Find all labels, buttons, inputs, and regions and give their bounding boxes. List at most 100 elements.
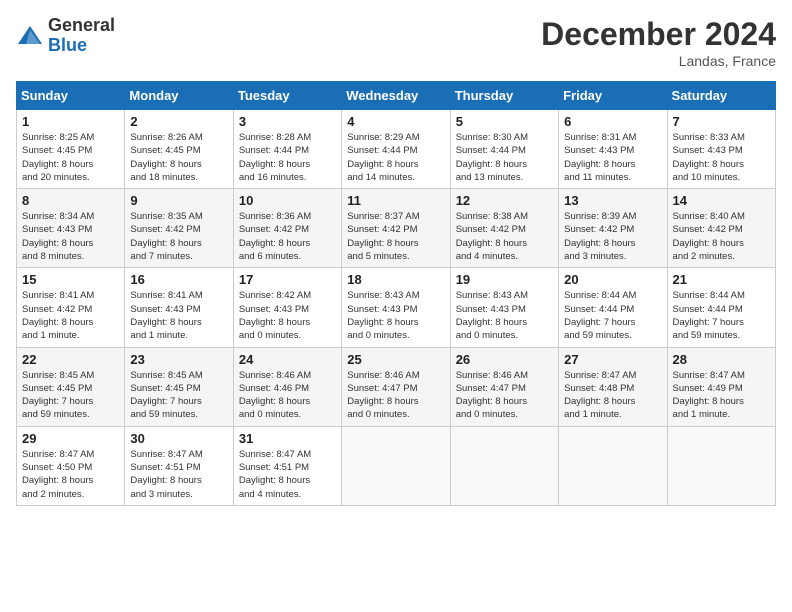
calendar-cell: 21 Sunrise: 8:44 AM Sunset: 4:44 PM Dayli… [667,268,775,347]
calendar-cell: 14 Sunrise: 8:40 AM Sunset: 4:42 PM Dayli… [667,189,775,268]
calendar-cell [667,426,775,505]
week-row-1: 1 Sunrise: 8:25 AM Sunset: 4:45 PM Daylig… [17,110,776,189]
day-number: 20 [564,272,661,287]
calendar-cell: 8 Sunrise: 8:34 AM Sunset: 4:43 PM Daylig… [17,189,125,268]
day-number: 24 [239,352,336,367]
day-number: 31 [239,431,336,446]
calendar-cell: 20 Sunrise: 8:44 AM Sunset: 4:44 PM Dayli… [559,268,667,347]
calendar-cell [559,426,667,505]
weekday-header-monday: Monday [125,82,233,110]
week-row-3: 15Sunrise: 8:41 AM Sunset: 4:42 PM Dayli… [17,268,776,347]
day-number: 1 [22,114,119,129]
day-info: Sunrise: 8:44 AM Sunset: 4:44 PM Dayligh… [564,289,661,342]
day-info: Sunrise: 8:46 AM Sunset: 4:47 PM Dayligh… [456,369,553,422]
calendar-cell: 10 Sunrise: 8:36 AM Sunset: 4:42 PM Dayli… [233,189,341,268]
day-info: Sunrise: 8:47 AM Sunset: 4:50 PM Dayligh… [22,448,119,501]
logo-blue: Blue [48,36,115,56]
day-number: 10 [239,193,336,208]
calendar-cell: 24 Sunrise: 8:46 AM Sunset: 4:46 PM Dayli… [233,347,341,426]
calendar-cell: 26 Sunrise: 8:46 AM Sunset: 4:47 PM Dayli… [450,347,558,426]
weekday-header-sunday: Sunday [17,82,125,110]
day-info: Sunrise: 8:43 AM Sunset: 4:43 PM Dayligh… [347,289,444,342]
day-number: 13 [564,193,661,208]
calendar-cell: 12Sunrise: 8:38 AM Sunset: 4:42 PM Dayli… [450,189,558,268]
week-row-4: 22 Sunrise: 8:45 AM Sunset: 4:45 PM Dayli… [17,347,776,426]
calendar-cell: 6 Sunrise: 8:31 AM Sunset: 4:43 PM Daylig… [559,110,667,189]
day-info: Sunrise: 8:45 AM Sunset: 4:45 PM Dayligh… [22,369,119,422]
day-number: 26 [456,352,553,367]
day-number: 4 [347,114,444,129]
day-number: 2 [130,114,227,129]
day-number: 12 [456,193,553,208]
calendar-cell: 31 Sunrise: 8:47 AM Sunset: 4:51 PM Dayli… [233,426,341,505]
day-info: Sunrise: 8:35 AM Sunset: 4:42 PM Dayligh… [130,210,227,263]
day-number: 7 [673,114,770,129]
day-info: Sunrise: 8:25 AM Sunset: 4:45 PM Dayligh… [22,131,119,184]
week-row-2: 8 Sunrise: 8:34 AM Sunset: 4:43 PM Daylig… [17,189,776,268]
day-number: 22 [22,352,119,367]
calendar-cell: 1 Sunrise: 8:25 AM Sunset: 4:45 PM Daylig… [17,110,125,189]
weekday-header-friday: Friday [559,82,667,110]
day-number: 11 [347,193,444,208]
day-number: 17 [239,272,336,287]
day-number: 21 [673,272,770,287]
day-info: Sunrise: 8:41 AM Sunset: 4:43 PM Dayligh… [130,289,227,342]
day-info: Sunrise: 8:28 AM Sunset: 4:44 PM Dayligh… [239,131,336,184]
day-info: Sunrise: 8:46 AM Sunset: 4:46 PM Dayligh… [239,369,336,422]
day-info: Sunrise: 8:26 AM Sunset: 4:45 PM Dayligh… [130,131,227,184]
day-number: 3 [239,114,336,129]
calendar-cell: 4 Sunrise: 8:29 AM Sunset: 4:44 PM Daylig… [342,110,450,189]
day-info: Sunrise: 8:46 AM Sunset: 4:47 PM Dayligh… [347,369,444,422]
calendar-cell: 22 Sunrise: 8:45 AM Sunset: 4:45 PM Dayli… [17,347,125,426]
calendar-cell: 2 Sunrise: 8:26 AM Sunset: 4:45 PM Daylig… [125,110,233,189]
day-info: Sunrise: 8:47 AM Sunset: 4:51 PM Dayligh… [239,448,336,501]
calendar-cell [450,426,558,505]
calendar-cell: 11 Sunrise: 8:37 AM Sunset: 4:42 PM Dayli… [342,189,450,268]
day-info: Sunrise: 8:47 AM Sunset: 4:48 PM Dayligh… [564,369,661,422]
day-number: 15 [22,272,119,287]
logo-text: General Blue [48,16,115,56]
day-info: Sunrise: 8:31 AM Sunset: 4:43 PM Dayligh… [564,131,661,184]
week-row-5: 29 Sunrise: 8:47 AM Sunset: 4:50 PM Dayli… [17,426,776,505]
day-info: Sunrise: 8:33 AM Sunset: 4:43 PM Dayligh… [673,131,770,184]
day-info: Sunrise: 8:30 AM Sunset: 4:44 PM Dayligh… [456,131,553,184]
calendar-cell: 28Sunrise: 8:47 AM Sunset: 4:49 PM Dayli… [667,347,775,426]
logo: General Blue [16,16,115,56]
day-info: Sunrise: 8:39 AM Sunset: 4:42 PM Dayligh… [564,210,661,263]
day-number: 9 [130,193,227,208]
day-info: Sunrise: 8:34 AM Sunset: 4:43 PM Dayligh… [22,210,119,263]
day-number: 5 [456,114,553,129]
logo-general: General [48,16,115,36]
day-number: 18 [347,272,444,287]
day-number: 29 [22,431,119,446]
day-number: 14 [673,193,770,208]
day-info: Sunrise: 8:29 AM Sunset: 4:44 PM Dayligh… [347,131,444,184]
weekday-header-tuesday: Tuesday [233,82,341,110]
calendar-cell: 27 Sunrise: 8:47 AM Sunset: 4:48 PM Dayli… [559,347,667,426]
day-info: Sunrise: 8:44 AM Sunset: 4:44 PM Dayligh… [673,289,770,342]
day-info: Sunrise: 8:42 AM Sunset: 4:43 PM Dayligh… [239,289,336,342]
day-number: 23 [130,352,227,367]
day-info: Sunrise: 8:40 AM Sunset: 4:42 PM Dayligh… [673,210,770,263]
day-number: 28 [673,352,770,367]
day-info: Sunrise: 8:45 AM Sunset: 4:45 PM Dayligh… [130,369,227,422]
calendar-cell: 18 Sunrise: 8:43 AM Sunset: 4:43 PM Dayli… [342,268,450,347]
calendar-cell: 15Sunrise: 8:41 AM Sunset: 4:42 PM Dayli… [17,268,125,347]
day-info: Sunrise: 8:36 AM Sunset: 4:42 PM Dayligh… [239,210,336,263]
day-number: 27 [564,352,661,367]
calendar-cell: 29 Sunrise: 8:47 AM Sunset: 4:50 PM Dayli… [17,426,125,505]
location: Landas, France [541,53,776,69]
page-header: General Blue December 2024 Landas, Franc… [16,16,776,69]
weekday-header-saturday: Saturday [667,82,775,110]
calendar-cell: 13 Sunrise: 8:39 AM Sunset: 4:42 PM Dayli… [559,189,667,268]
day-number: 8 [22,193,119,208]
calendar-cell: 16 Sunrise: 8:41 AM Sunset: 4:43 PM Dayli… [125,268,233,347]
day-number: 16 [130,272,227,287]
day-info: Sunrise: 8:37 AM Sunset: 4:42 PM Dayligh… [347,210,444,263]
weekday-header-thursday: Thursday [450,82,558,110]
calendar-cell: 30Sunrise: 8:47 AM Sunset: 4:51 PM Dayli… [125,426,233,505]
day-number: 25 [347,352,444,367]
day-number: 6 [564,114,661,129]
calendar-cell: 17 Sunrise: 8:42 AM Sunset: 4:43 PM Dayli… [233,268,341,347]
calendar-table: SundayMondayTuesdayWednesdayThursdayFrid… [16,81,776,506]
